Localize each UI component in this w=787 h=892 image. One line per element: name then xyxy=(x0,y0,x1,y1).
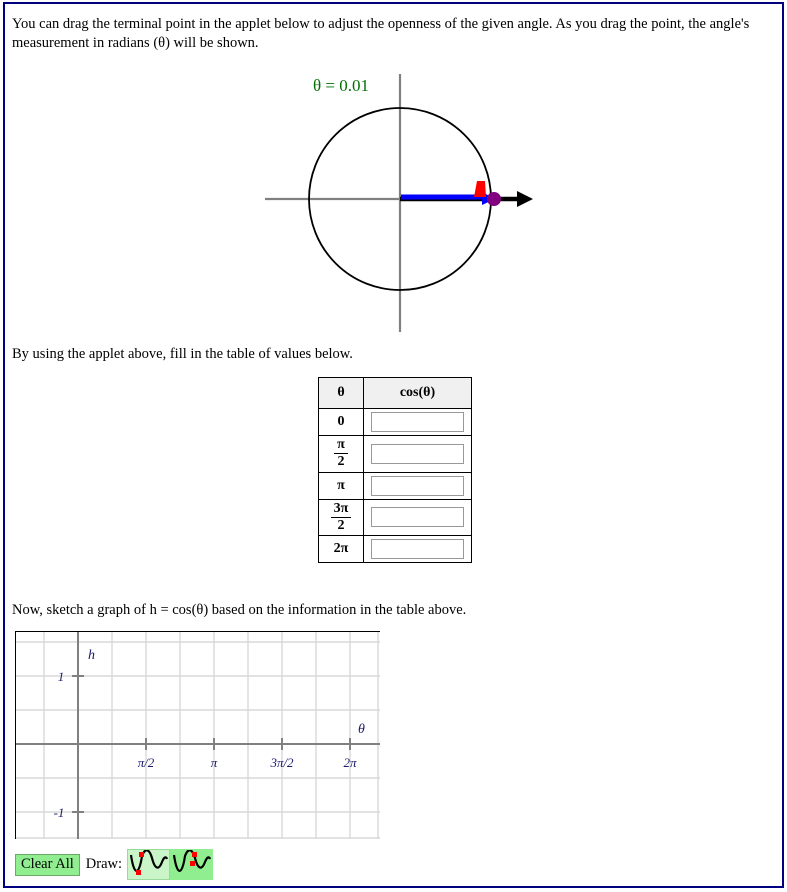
column-header-theta: θ xyxy=(318,377,364,409)
clear-all-button[interactable]: Clear All xyxy=(15,853,80,876)
fraction-denominator: 2 xyxy=(337,454,345,470)
theta-value-1: π 2 xyxy=(318,435,364,473)
sketch-canvas[interactable]: π/2 π 3π/2 2π 1 -1 h θ xyxy=(15,631,380,839)
column-header-cos: cos(θ) xyxy=(363,377,472,409)
answer-cell-1 xyxy=(363,435,472,473)
wave-icon-2 xyxy=(172,850,212,872)
wave-point-marker xyxy=(192,852,198,857)
answer-cell-2 xyxy=(363,471,472,500)
values-table: θ cos(θ) 0 π 2 π 3π 2 2π xyxy=(318,377,472,564)
y-axis-label: h xyxy=(88,648,95,663)
fraction-pi-over-2: π 2 xyxy=(334,436,348,472)
values-table-body: 0 π 2 π 3π 2 2π xyxy=(318,408,472,564)
cos-input-0[interactable] xyxy=(371,412,464,432)
x-tick-label-pi-over-2: π/2 xyxy=(138,755,155,770)
answer-cell-3 xyxy=(363,498,472,537)
arc-sweep-marker xyxy=(474,181,486,197)
sketch-grid-svg[interactable]: π/2 π 3π/2 2π 1 -1 h θ xyxy=(16,632,380,839)
draw-wave-tool-2-button[interactable] xyxy=(170,849,214,880)
answer-cell-4 xyxy=(363,535,472,564)
fraction-denominator: 2 xyxy=(337,517,345,533)
cos-input-4[interactable] xyxy=(371,539,464,560)
theta-value-2: π xyxy=(318,471,364,500)
wave-icon-1 xyxy=(129,850,169,875)
table-row: 0 xyxy=(318,408,472,436)
table-row: 3π 2 xyxy=(318,498,472,537)
fraction-3pi-over-2: 3π 2 xyxy=(330,500,352,536)
sketch-instruction: Now, sketch a graph of h = cos(θ) based … xyxy=(12,602,467,618)
unit-circle-svg[interactable] xyxy=(255,64,545,339)
initial-ray-arrowhead xyxy=(517,191,533,207)
y-tick-label-neg1: -1 xyxy=(54,805,65,820)
x-axis-label: θ xyxy=(358,722,365,737)
values-table-head: θ cos(θ) xyxy=(318,377,472,409)
draw-label: Draw: xyxy=(85,856,123,872)
x-tick-label-pi: π xyxy=(211,755,218,770)
draw-wave-tool-1-button[interactable] xyxy=(127,849,171,880)
fraction-numerator: π xyxy=(334,437,348,455)
theta-value-3: 3π 2 xyxy=(318,498,364,537)
wave-point-marker xyxy=(139,852,145,857)
x-tick-label-2pi: 2π xyxy=(343,755,357,770)
cos-input-3[interactable] xyxy=(371,507,464,528)
grid-lines xyxy=(16,632,380,839)
worksheet-page: You can drag the terminal point in the a… xyxy=(3,2,784,888)
cos-input-2[interactable] xyxy=(371,475,464,496)
drawing-toolbar: Clear All Draw: xyxy=(15,849,214,880)
fraction-numerator: 3π xyxy=(330,501,352,518)
table-row: π 2 xyxy=(318,435,472,473)
theta-readout: θ = 0.01 xyxy=(313,76,369,95)
terminal-point-handle[interactable] xyxy=(487,192,501,206)
unit-circle-applet[interactable]: θ = 0.01 xyxy=(255,64,545,339)
x-tick-label-3pi-over-2: 3π/2 xyxy=(269,755,294,770)
table-row: π xyxy=(318,471,472,500)
intro-text: You can drag the terminal point in the a… xyxy=(12,16,750,51)
table-instruction: By using the applet above, fill in the t… xyxy=(12,346,353,362)
table-row: 2π xyxy=(318,535,472,564)
theta-value-4: 2π xyxy=(318,535,364,564)
cos-input-1[interactable] xyxy=(371,443,464,464)
theta-value-0: 0 xyxy=(318,408,364,436)
wave-point-marker xyxy=(136,870,142,875)
answer-cell-0 xyxy=(363,408,472,436)
wave-point-marker xyxy=(190,861,196,866)
y-tick-label-1: 1 xyxy=(58,669,65,684)
values-table-header-row: θ cos(θ) xyxy=(318,377,472,409)
